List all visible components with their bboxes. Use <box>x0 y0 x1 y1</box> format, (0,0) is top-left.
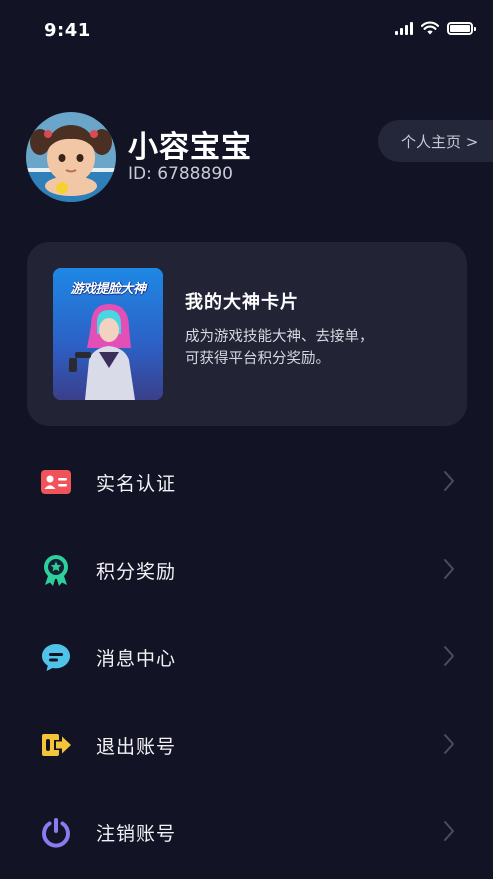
menu-item-points-reward[interactable]: 积分奖励 <box>0 526 493 614</box>
logout-arrow-icon <box>42 733 71 756</box>
user-id: ID: 6788890 <box>128 164 233 184</box>
god-card-panel[interactable]: 游戏提脸大神 我的大神卡片 成为游戏技能大神、去接单， 可获得平台积分奖励。 <box>27 242 467 426</box>
username: 小容宝宝 <box>128 130 252 165</box>
status-icons <box>395 21 476 35</box>
god-card-desc-line2: 可获得平台积分奖励。 <box>185 351 330 367</box>
chevron-right-icon <box>444 471 454 491</box>
status-time: 9:41 <box>44 20 91 41</box>
chevron-right-icon <box>444 733 454 754</box>
menu-label: 注销账号 <box>96 823 177 845</box>
award-ribbon-icon <box>44 554 68 586</box>
cellular-signal-icon <box>395 21 413 35</box>
personal-homepage-button[interactable]: 个人主页 > <box>378 120 493 162</box>
menu-item-message-center[interactable]: 消息中心 <box>0 613 493 701</box>
menu-label: 消息中心 <box>96 648 177 670</box>
chevron-right-icon <box>444 558 454 579</box>
wifi-icon <box>421 21 439 35</box>
menu-item-cancel-account[interactable]: 注销账号 <box>0 788 493 876</box>
menu-label: 积分奖励 <box>96 560 177 583</box>
menu-item-real-name-auth[interactable]: 实名认证 <box>0 438 493 526</box>
chat-bubble-icon <box>42 644 70 671</box>
god-card-title: 我的大神卡片 <box>185 292 299 313</box>
chevron-right-icon <box>444 646 454 666</box>
chevron-right-icon <box>444 821 454 841</box>
battery-icon <box>447 21 476 35</box>
god-card-description: 成为游戏技能大神、去接单， 可获得平台积分奖励。 <box>185 326 435 370</box>
id-card-icon <box>41 470 71 494</box>
menu-label: 实名认证 <box>96 473 177 495</box>
power-icon <box>42 818 70 848</box>
personal-homepage-label: 个人主页 > <box>401 132 479 151</box>
status-bar: 9:41 <box>0 0 493 60</box>
god-card-desc-line1: 成为游戏技能大神、去接单， <box>185 329 374 345</box>
menu-item-logout[interactable]: 退出账号 <box>0 701 493 789</box>
game-promo-title: 游戏提脸大神 <box>70 282 146 297</box>
game-promo-image: 游戏提脸大神 <box>53 268 163 400</box>
settings-menu: 实名认证 积分奖励 消息中心 退出账号 注销账号 <box>0 438 493 876</box>
avatar[interactable] <box>26 112 116 202</box>
menu-label: 退出账号 <box>96 735 177 758</box>
